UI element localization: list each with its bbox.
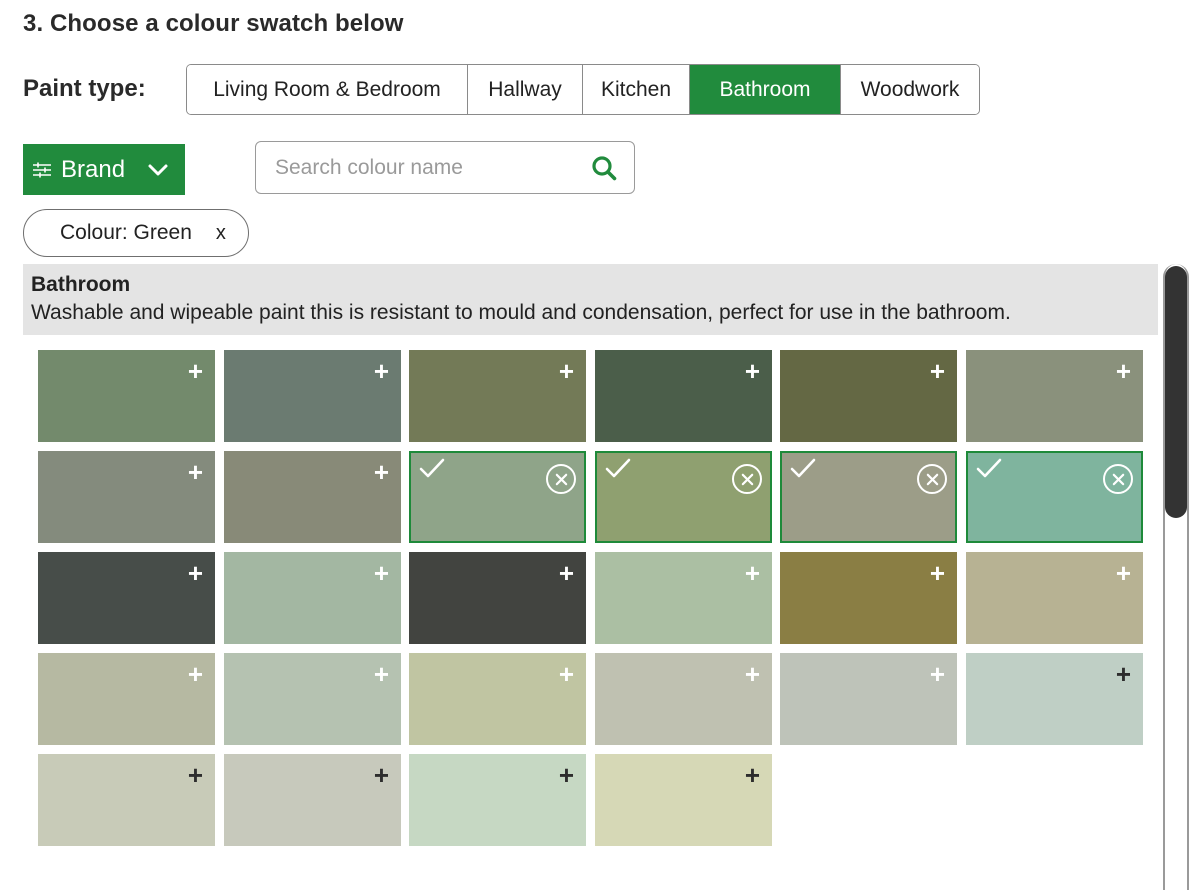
add-swatch-icon[interactable]: +: [1116, 661, 1131, 687]
add-swatch-icon[interactable]: +: [188, 661, 203, 687]
checkmark-icon: [976, 458, 1002, 478]
tab-kitchen[interactable]: Kitchen: [583, 65, 690, 114]
add-swatch-icon[interactable]: +: [930, 560, 945, 586]
brand-filter-label: Brand: [61, 155, 126, 183]
colour-swatch[interactable]: +: [224, 552, 401, 644]
colour-swatch[interactable]: +: [224, 350, 401, 442]
colour-swatch[interactable]: +: [38, 451, 215, 543]
remove-swatch-icon[interactable]: [917, 464, 947, 494]
step-title: 3. Choose a colour swatch below: [23, 10, 404, 37]
colour-swatch[interactable]: +: [224, 754, 401, 846]
add-swatch-icon[interactable]: +: [745, 358, 760, 384]
paint-type-tabs: Living Room & Bedroom Hallway Kitchen Ba…: [186, 64, 980, 115]
colour-swatch[interactable]: +: [409, 653, 586, 745]
add-swatch-icon[interactable]: +: [188, 358, 203, 384]
scrollbar-thumb[interactable]: [1165, 266, 1187, 518]
category-info-band: Bathroom Washable and wipeable paint thi…: [23, 264, 1158, 335]
colour-swatch[interactable]: +: [38, 350, 215, 442]
category-description: Washable and wipeable paint this is resi…: [31, 301, 1011, 324]
checkmark-icon: [790, 458, 816, 478]
colour-swatch[interactable]: +: [780, 653, 957, 745]
colour-swatch[interactable]: +: [38, 653, 215, 745]
colour-swatch[interactable]: +: [780, 350, 957, 442]
brand-filter-button[interactable]: Brand: [23, 144, 185, 195]
colour-swatch[interactable]: +: [38, 754, 215, 846]
tab-bathroom[interactable]: Bathroom: [690, 65, 841, 114]
colour-swatch[interactable]: +: [780, 552, 957, 644]
add-swatch-icon[interactable]: +: [559, 358, 574, 384]
paint-type-label: Paint type:: [23, 75, 146, 102]
chip-remove-button[interactable]: x: [216, 222, 226, 245]
colour-swatch[interactable]: +: [409, 754, 586, 846]
tab-hallway[interactable]: Hallway: [468, 65, 583, 114]
colour-swatch[interactable]: +: [38, 552, 215, 644]
colour-swatch[interactable]: +: [224, 653, 401, 745]
active-filter-chip: Colour: Green x: [23, 209, 249, 257]
add-swatch-icon[interactable]: +: [374, 560, 389, 586]
chip-label: Colour: Green: [60, 221, 192, 244]
search-input[interactable]: [256, 155, 576, 180]
add-swatch-icon[interactable]: +: [930, 358, 945, 384]
add-swatch-icon[interactable]: +: [745, 661, 760, 687]
colour-swatch[interactable]: +: [595, 552, 772, 644]
colour-swatch[interactable]: +: [595, 754, 772, 846]
filter-sliders-icon: [33, 162, 51, 177]
add-swatch-icon[interactable]: +: [930, 661, 945, 687]
add-swatch-icon[interactable]: +: [374, 762, 389, 788]
add-swatch-icon[interactable]: +: [374, 358, 389, 384]
swatch-grid: + + + + + + + + + + + + + + + + + + + + + + + +: [38, 350, 1143, 846]
colour-swatch[interactable]: [780, 451, 957, 543]
colour-swatch[interactable]: +: [595, 653, 772, 745]
remove-swatch-icon[interactable]: [1103, 464, 1133, 494]
add-swatch-icon[interactable]: +: [188, 459, 203, 485]
add-swatch-icon[interactable]: +: [1116, 560, 1131, 586]
colour-swatch[interactable]: +: [409, 552, 586, 644]
colour-swatch[interactable]: +: [409, 350, 586, 442]
add-swatch-icon[interactable]: +: [188, 560, 203, 586]
add-swatch-icon[interactable]: +: [559, 762, 574, 788]
add-swatch-icon[interactable]: +: [1116, 358, 1131, 384]
colour-swatch[interactable]: +: [966, 552, 1143, 644]
add-swatch-icon[interactable]: +: [374, 661, 389, 687]
colour-swatch[interactable]: +: [595, 350, 772, 442]
colour-swatch[interactable]: +: [966, 350, 1143, 442]
add-swatch-icon[interactable]: +: [745, 762, 760, 788]
search-icon[interactable]: [590, 154, 618, 182]
category-title: Bathroom: [31, 273, 131, 296]
colour-swatch[interactable]: [966, 451, 1143, 543]
colour-swatch[interactable]: [595, 451, 772, 543]
remove-swatch-icon[interactable]: [546, 464, 576, 494]
checkmark-icon: [605, 458, 631, 478]
colour-swatch[interactable]: +: [966, 653, 1143, 745]
add-swatch-icon[interactable]: +: [745, 560, 760, 586]
colour-swatch[interactable]: +: [224, 451, 401, 543]
colour-swatch[interactable]: [409, 451, 586, 543]
add-swatch-icon[interactable]: +: [559, 661, 574, 687]
chevron-down-icon: [148, 164, 168, 175]
search-box: [255, 141, 635, 194]
add-swatch-icon[interactable]: +: [374, 459, 389, 485]
add-swatch-icon[interactable]: +: [559, 560, 574, 586]
add-swatch-icon[interactable]: +: [188, 762, 203, 788]
checkmark-icon: [419, 458, 445, 478]
remove-swatch-icon[interactable]: [732, 464, 762, 494]
tab-woodwork[interactable]: Woodwork: [841, 65, 979, 114]
tab-living-room-bedroom[interactable]: Living Room & Bedroom: [187, 65, 468, 114]
